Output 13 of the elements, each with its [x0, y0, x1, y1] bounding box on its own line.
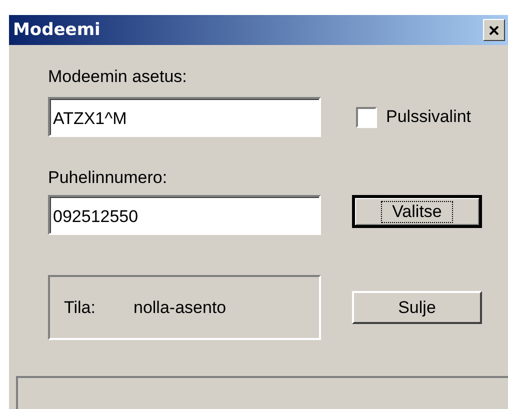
field-label: Modeemin asetus:	[48, 67, 188, 87]
status-label: Tila:	[64, 298, 96, 318]
window-title: Modeemi	[13, 20, 100, 40]
select-button[interactable]: Valitse	[352, 195, 482, 228]
close-dialog-button[interactable]: Sulje	[352, 291, 482, 324]
close-icon	[489, 26, 499, 34]
status-value: nolla-asento	[134, 298, 226, 318]
checkbox-label: Pulssivalint	[386, 107, 472, 127]
close-button[interactable]	[483, 19, 505, 41]
field-label: Puhelinnumero:	[48, 168, 168, 188]
input-field[interactable]: 092512550	[48, 195, 321, 235]
input-field[interactable]: ATZX1^M	[48, 97, 321, 137]
checkbox[interactable]	[356, 106, 377, 128]
